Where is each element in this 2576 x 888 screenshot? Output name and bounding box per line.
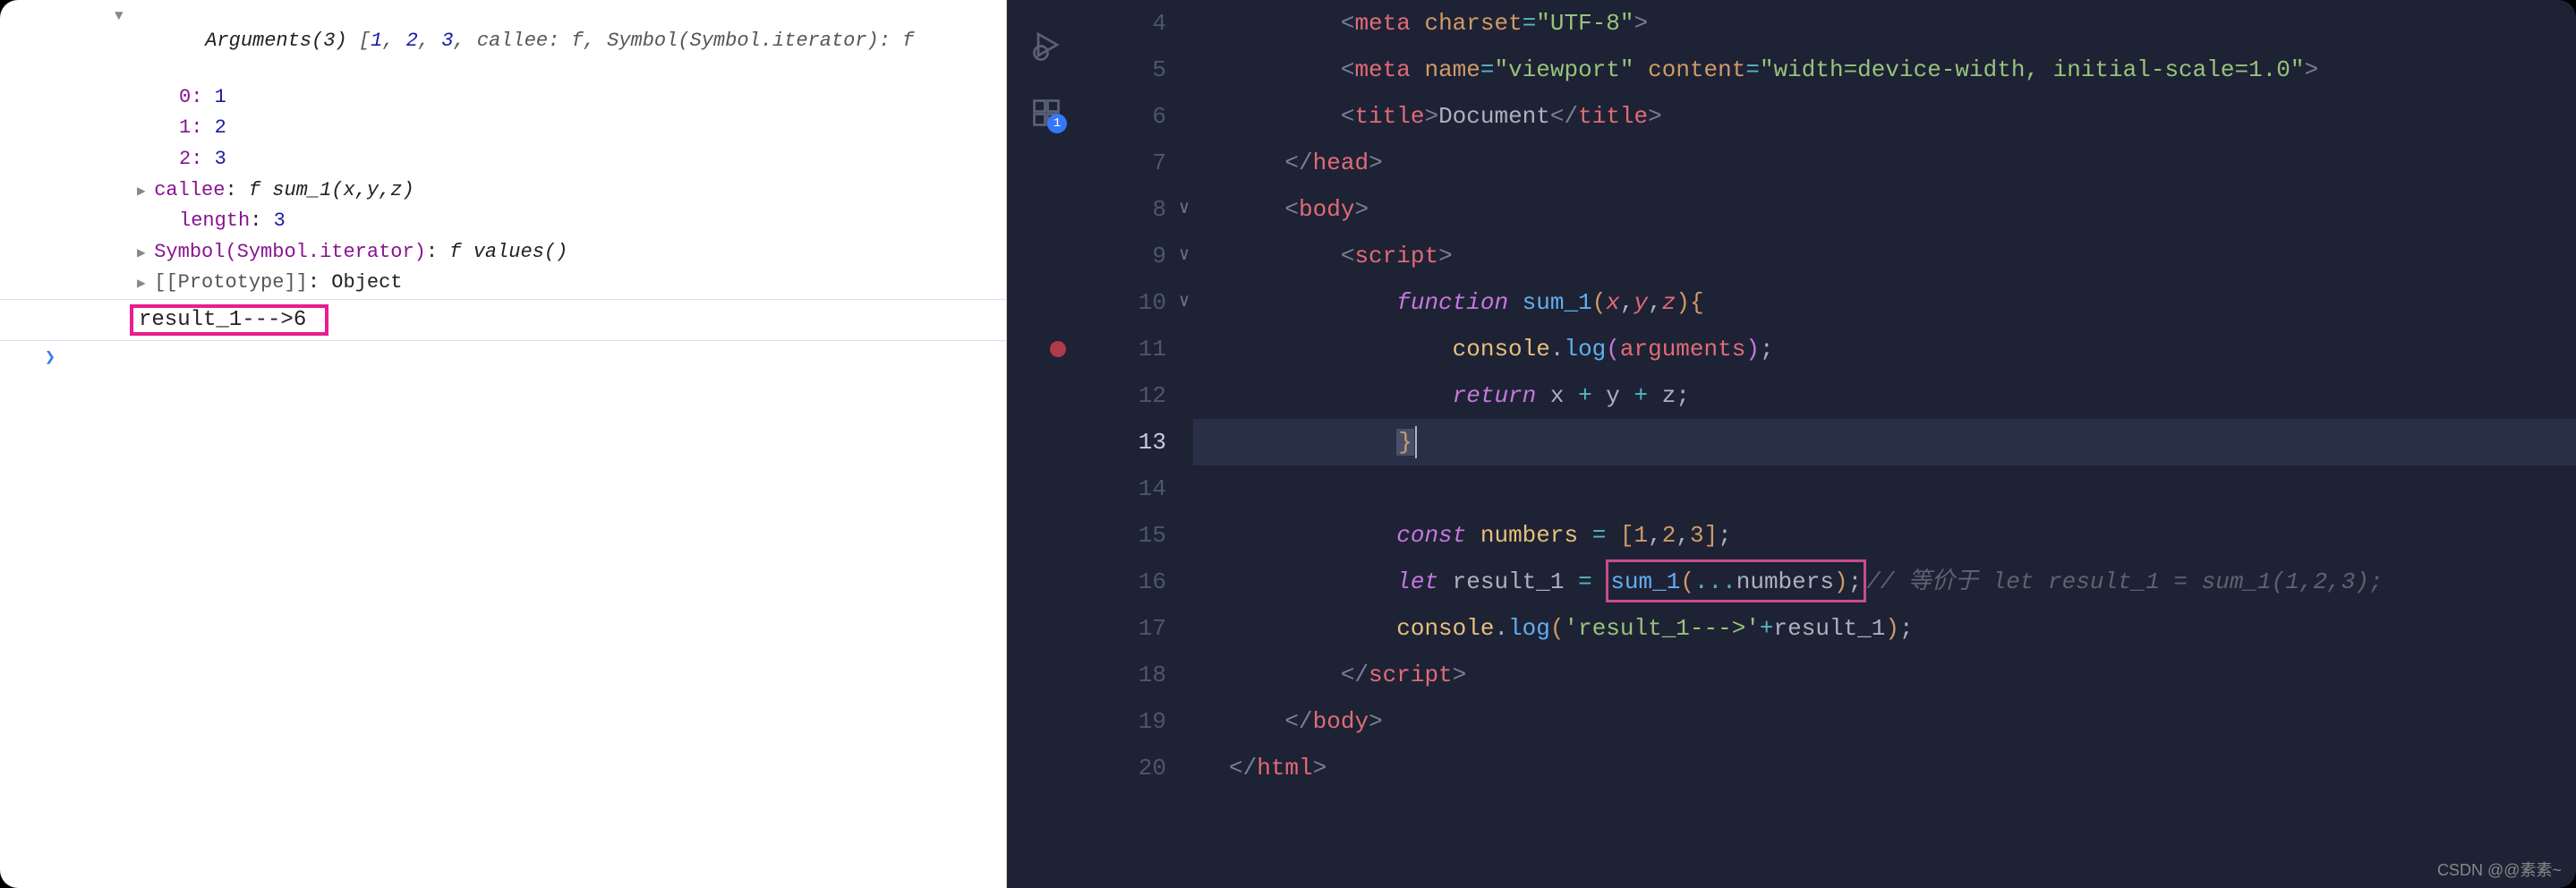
- line-number[interactable]: 5: [1086, 47, 1166, 93]
- code-line: </script>: [1229, 652, 2576, 698]
- fold-icon[interactable]: ∨: [1179, 279, 1190, 326]
- line-number[interactable]: 17: [1086, 605, 1166, 652]
- watermark: CSDN @@素素~: [2437, 858, 2562, 881]
- console-length[interactable]: length: 3: [0, 206, 1006, 237]
- code-line: const numbers = [1,2,3];: [1229, 512, 2576, 559]
- app-container: Arguments(3) [1, 2, 3, callee: f, Symbol…: [0, 0, 2576, 888]
- console-callee[interactable]: callee: f sum_1(x,y,z): [0, 175, 1006, 207]
- line-number[interactable]: 8∨: [1086, 186, 1166, 233]
- line-number[interactable]: 10∨: [1086, 279, 1166, 326]
- code-line: function sum_1(x,y,z){: [1229, 279, 2576, 326]
- line-number[interactable]: 4: [1086, 0, 1166, 47]
- result-highlight: result_1--->6: [130, 304, 328, 336]
- activity-bar: 1: [1007, 0, 1086, 888]
- console-object-header[interactable]: Arguments(3) [1, 2, 3, callee: f, Symbol…: [0, 0, 1006, 82]
- code-content[interactable]: <meta charset="UTF-8"> <meta name="viewp…: [1193, 0, 2576, 888]
- extensions-badge: 1: [1047, 114, 1067, 133]
- console-log-result[interactable]: result_1--->6: [0, 299, 1006, 341]
- code-line: <body>: [1229, 186, 2576, 233]
- console-prompt[interactable]: ❯: [0, 341, 1006, 373]
- breakpoint-icon[interactable]: [1050, 341, 1066, 357]
- fold-icon[interactable]: ∨: [1179, 233, 1190, 279]
- code-line: <meta name="viewport" content="width=dev…: [1229, 47, 2576, 93]
- line-number[interactable]: 13: [1086, 419, 1166, 465]
- code-line: </html>: [1229, 745, 2576, 791]
- console-entry[interactable]: 2: 3: [0, 144, 1006, 175]
- fold-icon[interactable]: ∨: [1179, 186, 1190, 233]
- code-line: <title>Document</title>: [1229, 93, 2576, 140]
- line-number[interactable]: 6: [1086, 93, 1166, 140]
- console-proto[interactable]: [[Prototype]]: Object: [0, 268, 1006, 299]
- code-line: </body>: [1229, 698, 2576, 745]
- debug-icon[interactable]: [1028, 27, 1064, 63]
- code-line: return x + y + z;: [1229, 372, 2576, 419]
- line-number[interactable]: 11: [1086, 326, 1166, 372]
- line-number[interactable]: 16: [1086, 559, 1166, 605]
- line-number[interactable]: 7: [1086, 140, 1166, 186]
- code-editor: 1 4 5 6 7 8∨ 9∨ 10∨ 11 12 13 14 15 16 17…: [1007, 0, 2576, 888]
- line-number[interactable]: 18: [1086, 652, 1166, 698]
- line-gutter: 4 5 6 7 8∨ 9∨ 10∨ 11 12 13 14 15 16 17 1…: [1086, 0, 1193, 888]
- line-number[interactable]: 12: [1086, 372, 1166, 419]
- code-line: <script>: [1229, 233, 2576, 279]
- code-line: console.log('result_1--->'+result_1);: [1229, 605, 2576, 652]
- code-line: <meta charset="UTF-8">: [1229, 0, 2576, 47]
- line-number[interactable]: 15: [1086, 512, 1166, 559]
- console-entry[interactable]: 1: 2: [0, 113, 1006, 144]
- editor-main: 4 5 6 7 8∨ 9∨ 10∨ 11 12 13 14 15 16 17 1…: [1086, 0, 2576, 888]
- devtools-console: Arguments(3) [1, 2, 3, callee: f, Symbol…: [0, 0, 1007, 888]
- console-entry[interactable]: 0: 1: [0, 82, 1006, 114]
- line-number[interactable]: 20: [1086, 745, 1166, 791]
- line-number[interactable]: 14: [1086, 465, 1166, 512]
- code-line: [1229, 465, 2576, 512]
- line-number[interactable]: 19: [1086, 698, 1166, 745]
- code-line: let result_1 = sum_1(...numbers);// 等价于 …: [1229, 559, 2576, 605]
- code-line: }: [1193, 419, 2576, 465]
- line-number[interactable]: 9∨: [1086, 233, 1166, 279]
- spread-highlight: sum_1(...numbers);: [1606, 559, 1866, 602]
- extensions-icon[interactable]: 1: [1028, 95, 1064, 131]
- code-line: console.log(arguments);: [1229, 326, 2576, 372]
- cursor: [1415, 426, 1417, 458]
- console-symbol[interactable]: Symbol(Symbol.iterator): f values(): [0, 237, 1006, 269]
- code-line: </head>: [1229, 140, 2576, 186]
